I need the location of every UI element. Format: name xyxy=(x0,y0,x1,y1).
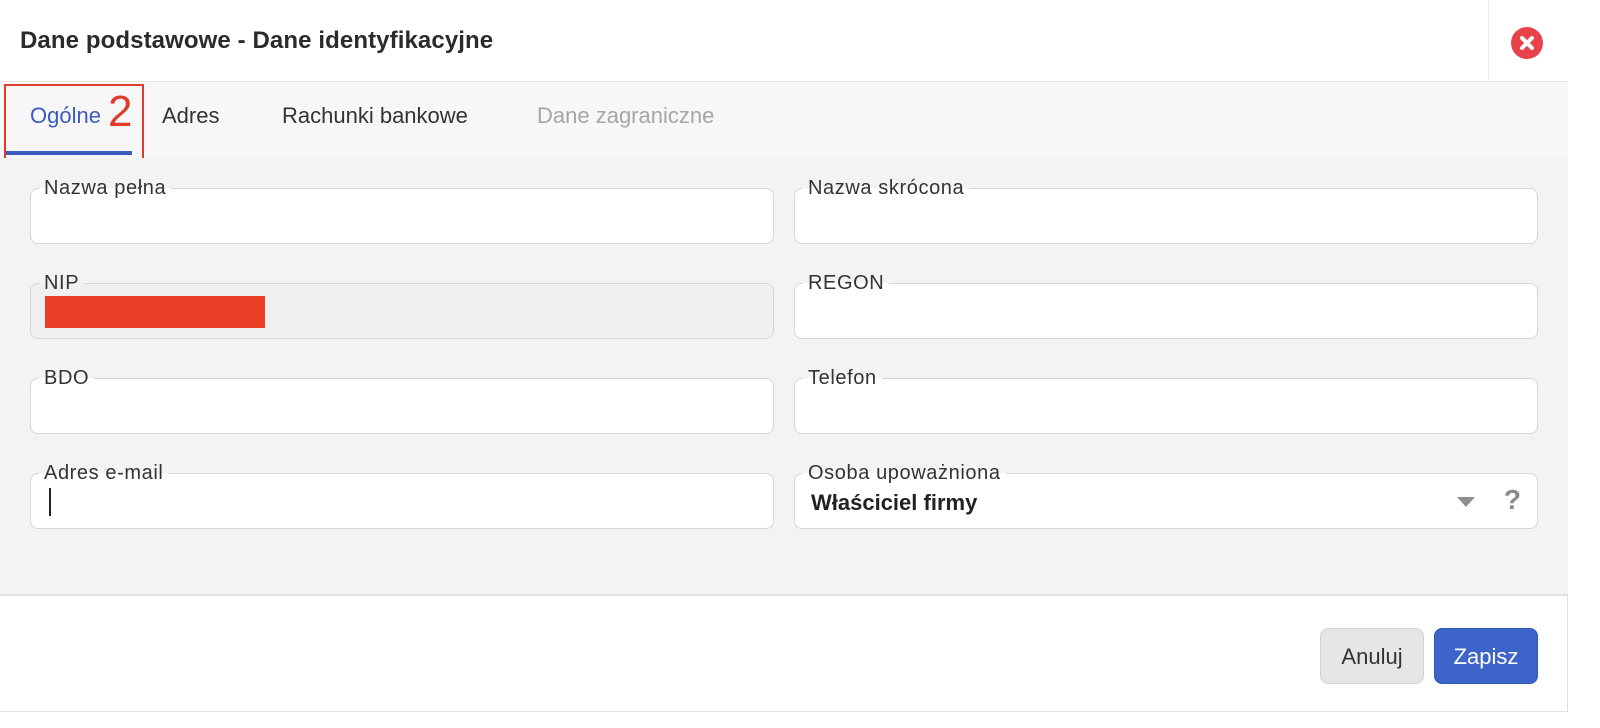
osoba-upowazniona-value: Właściciel firmy xyxy=(811,490,978,515)
save-button[interactable]: Zapisz xyxy=(1434,628,1538,684)
dialog-title: Dane podstawowe - Dane identyfikacyjne xyxy=(20,27,494,54)
nip-label: NIP xyxy=(39,270,85,296)
tab-adres[interactable]: Adres xyxy=(162,82,219,158)
osoba-upowazniona-select[interactable]: Osoba upoważniona Właściciel firmy ? xyxy=(794,460,1538,529)
tab-bar: Ogólne Adres Rachunki bankowe Dane zagra… xyxy=(0,82,1568,158)
form-panel: Nazwa pełna Nazwa skrócona NIP REGON BDO… xyxy=(0,158,1568,596)
tab-dane-zagraniczne: Dane zagraniczne xyxy=(537,103,715,128)
dialog-header: Dane podstawowe - Dane identyfikacyjne xyxy=(0,0,1568,82)
close-button[interactable] xyxy=(1511,27,1543,59)
bdo-field[interactable]: BDO xyxy=(30,365,774,434)
cancel-button[interactable]: Anuluj xyxy=(1320,628,1424,684)
nip-redaction-bar xyxy=(45,296,265,328)
bdo-label: BDO xyxy=(39,365,95,391)
regon-field[interactable]: REGON xyxy=(794,270,1538,339)
annotation-step-number: 2 xyxy=(108,87,133,136)
close-area xyxy=(1488,0,1568,82)
dropdown-arrow-icon[interactable] xyxy=(1457,497,1475,507)
email-field[interactable]: Adres e-mail xyxy=(30,460,774,529)
close-circle-icon xyxy=(1520,36,1534,50)
nazwa-skrocona-field[interactable]: Nazwa skrócona xyxy=(794,175,1538,244)
dialog: Dane podstawowe - Dane identyfikacyjne O… xyxy=(0,0,1568,712)
nazwa-pelna-label: Nazwa pełna xyxy=(39,175,172,201)
email-label: Adres e-mail xyxy=(39,460,169,486)
telefon-label: Telefon xyxy=(803,365,882,391)
nazwa-pelna-field[interactable]: Nazwa pełna xyxy=(30,175,774,244)
osoba-upowazniona-label: Osoba upoważniona xyxy=(803,460,1006,486)
telefon-field[interactable]: Telefon xyxy=(794,365,1538,434)
help-icon[interactable]: ? xyxy=(1504,484,1521,516)
text-caret xyxy=(49,488,51,516)
tab-rachunki-bankowe[interactable]: Rachunki bankowe xyxy=(282,82,468,158)
regon-label: REGON xyxy=(803,270,890,296)
nazwa-skrocona-label: Nazwa skrócona xyxy=(803,175,970,201)
nip-field: NIP xyxy=(30,270,774,339)
